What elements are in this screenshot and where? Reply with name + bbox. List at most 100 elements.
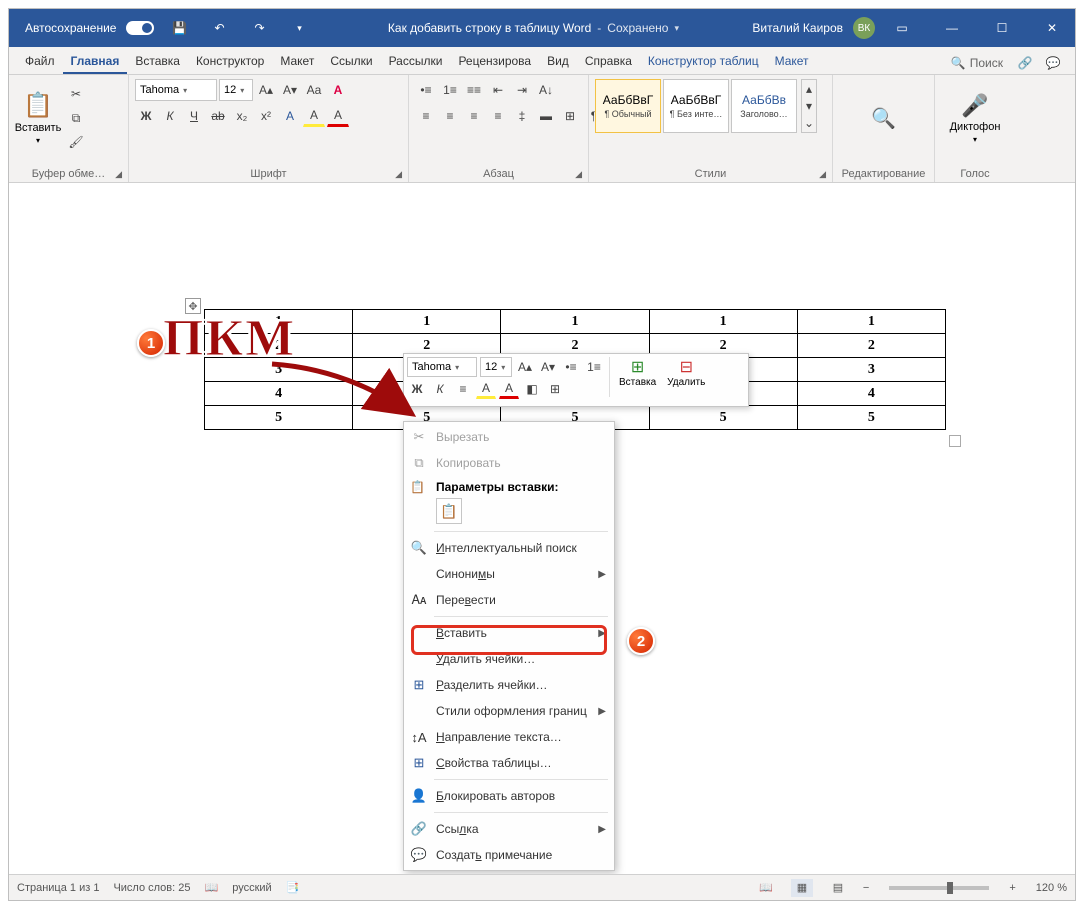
mini-align-icon[interactable]: ≡: [453, 379, 473, 399]
grow-font-icon[interactable]: A▴: [255, 79, 277, 101]
zoom-in-icon[interactable]: +: [1009, 882, 1015, 894]
menu-table-props[interactable]: ⊞Свойства таблицы…: [404, 750, 614, 776]
menu-block-authors[interactable]: 👤Блокировать авторов: [404, 783, 614, 809]
mini-bullets-icon[interactable]: •≡: [561, 357, 581, 377]
table-row[interactable]: 11111: [205, 310, 946, 334]
menu-border-styles[interactable]: Стили оформления границ▶: [404, 698, 614, 724]
paste-button[interactable]: 📋 Вставить ▾: [15, 79, 61, 157]
style-no-spacing[interactable]: АаБбВвГ¶ Без инте…: [663, 79, 729, 133]
table-cell[interactable]: 5: [649, 406, 797, 430]
spellcheck-icon[interactable]: 📖: [205, 881, 219, 894]
menu-cut[interactable]: ✂Вырезать: [404, 424, 614, 450]
mini-shading-icon[interactable]: ◧: [522, 379, 542, 399]
mini-highlight-icon[interactable]: A: [476, 379, 496, 399]
save-icon[interactable]: 💾: [164, 9, 194, 47]
status-page[interactable]: Страница 1 из 1: [17, 882, 99, 894]
close-icon[interactable]: ✕: [1029, 9, 1075, 47]
subscript-button[interactable]: x₂: [231, 105, 253, 127]
cut-icon[interactable]: ✂: [65, 83, 87, 105]
highlight-icon[interactable]: A: [303, 105, 325, 127]
dialog-launcher-icon[interactable]: ◢: [575, 169, 582, 180]
text-effects-icon[interactable]: A: [279, 105, 301, 127]
mini-borders-icon[interactable]: ⊞: [545, 379, 565, 399]
indent-inc-icon[interactable]: ⇥: [511, 79, 533, 101]
tab-design[interactable]: Конструктор: [188, 48, 272, 74]
minimize-icon[interactable]: —: [929, 9, 975, 47]
shading-icon[interactable]: ▬: [535, 105, 557, 127]
view-web-icon[interactable]: ▤: [827, 879, 849, 897]
undo-icon[interactable]: ↶: [204, 9, 234, 47]
justify-icon[interactable]: ≡: [487, 105, 509, 127]
table-cell[interactable]: 4: [797, 382, 945, 406]
table-cell[interactable]: 1: [797, 310, 945, 334]
numbering-icon[interactable]: 1≡: [439, 79, 461, 101]
menu-new-comment[interactable]: 💬Создать примечание: [404, 842, 614, 868]
mini-insert-button[interactable]: ⊞ Вставка: [615, 357, 660, 399]
mini-size-combo[interactable]: 12▾: [480, 357, 512, 377]
superscript-button[interactable]: x²: [255, 105, 277, 127]
menu-translate[interactable]: 🗛Перевести: [404, 587, 614, 613]
menu-split-cells[interactable]: ⊞Разделить ячейки…: [404, 672, 614, 698]
styles-up-icon[interactable]: ▴: [802, 80, 816, 97]
tab-mailings[interactable]: Рассылки: [381, 48, 451, 74]
ribbon-display-icon[interactable]: ▭: [879, 9, 925, 47]
multilevel-icon[interactable]: ≡≡: [463, 79, 485, 101]
tab-review[interactable]: Рецензирова: [450, 48, 539, 74]
dialog-launcher-icon[interactable]: ◢: [115, 169, 122, 180]
mini-numbering-icon[interactable]: 1≡: [584, 357, 604, 377]
table-cell[interactable]: 2: [797, 334, 945, 358]
autosave-toggle[interactable]: [126, 21, 154, 35]
user-avatar[interactable]: ВК: [853, 17, 875, 39]
bold-button[interactable]: Ж: [135, 105, 157, 127]
share-icon[interactable]: 🔗: [1011, 52, 1039, 74]
font-name-combo[interactable]: Tahoma▾: [135, 79, 217, 101]
line-spacing-icon[interactable]: ‡: [511, 105, 533, 127]
tab-table-layout[interactable]: Макет: [767, 48, 817, 74]
mini-grow-icon[interactable]: A▴: [515, 357, 535, 377]
tab-file[interactable]: Файл: [17, 48, 63, 74]
bullets-icon[interactable]: •≡: [415, 79, 437, 101]
table-cell[interactable]: 1: [649, 310, 797, 334]
zoom-level[interactable]: 120 %: [1036, 882, 1067, 894]
strike-button[interactable]: ab: [207, 105, 229, 127]
maximize-icon[interactable]: ☐: [979, 9, 1025, 47]
search-box[interactable]: 🔍 Поиск: [943, 52, 1011, 74]
borders-icon[interactable]: ⊞: [559, 105, 581, 127]
font-color-icon[interactable]: A: [327, 105, 349, 127]
table-cell[interactable]: 5: [797, 406, 945, 430]
find-button[interactable]: 🔍: [854, 79, 914, 157]
table-cell[interactable]: 3: [797, 358, 945, 382]
qat-customize-icon[interactable]: ▾: [284, 9, 314, 47]
styles-down-icon[interactable]: ▾: [802, 97, 816, 114]
comments-icon[interactable]: 💬: [1039, 52, 1067, 74]
shrink-font-icon[interactable]: A▾: [279, 79, 301, 101]
indent-dec-icon[interactable]: ⇤: [487, 79, 509, 101]
style-heading1[interactable]: АаБбВвЗаголово…: [731, 79, 797, 133]
user-name[interactable]: Виталий Каиров: [752, 21, 843, 35]
table-cell[interactable]: 1: [353, 310, 501, 334]
menu-smart-lookup[interactable]: 🔍Интеллектуальный поиск: [404, 535, 614, 561]
table-cell[interactable]: 1: [501, 310, 649, 334]
menu-delete-cells[interactable]: Удалить ячейки…: [404, 646, 614, 672]
sort-icon[interactable]: A↓: [535, 79, 557, 101]
menu-insert[interactable]: Вставить▶: [404, 620, 614, 646]
dialog-launcher-icon[interactable]: ◢: [395, 169, 402, 180]
format-painter-icon[interactable]: 🖌: [65, 131, 87, 153]
italic-button[interactable]: К: [159, 105, 181, 127]
redo-icon[interactable]: ↷: [244, 9, 274, 47]
menu-text-direction[interactable]: ↕AНаправление текста…: [404, 724, 614, 750]
tab-view[interactable]: Вид: [539, 48, 577, 74]
align-right-icon[interactable]: ≡: [463, 105, 485, 127]
underline-button[interactable]: Ч: [183, 105, 205, 127]
mini-shrink-icon[interactable]: A▾: [538, 357, 558, 377]
accessibility-icon[interactable]: 📑: [286, 881, 300, 894]
dialog-launcher-icon[interactable]: ◢: [819, 169, 826, 180]
view-read-icon[interactable]: 📖: [755, 879, 777, 897]
change-case-icon[interactable]: Aa: [303, 79, 325, 101]
mini-delete-button[interactable]: ⊟ Удалить: [663, 357, 709, 399]
clear-format-icon[interactable]: A: [327, 79, 349, 101]
mini-font-combo[interactable]: Tahoma▾: [407, 357, 477, 377]
copy-icon[interactable]: ⧉: [65, 107, 87, 129]
status-words[interactable]: Число слов: 25: [113, 882, 190, 894]
align-center-icon[interactable]: ≡: [439, 105, 461, 127]
